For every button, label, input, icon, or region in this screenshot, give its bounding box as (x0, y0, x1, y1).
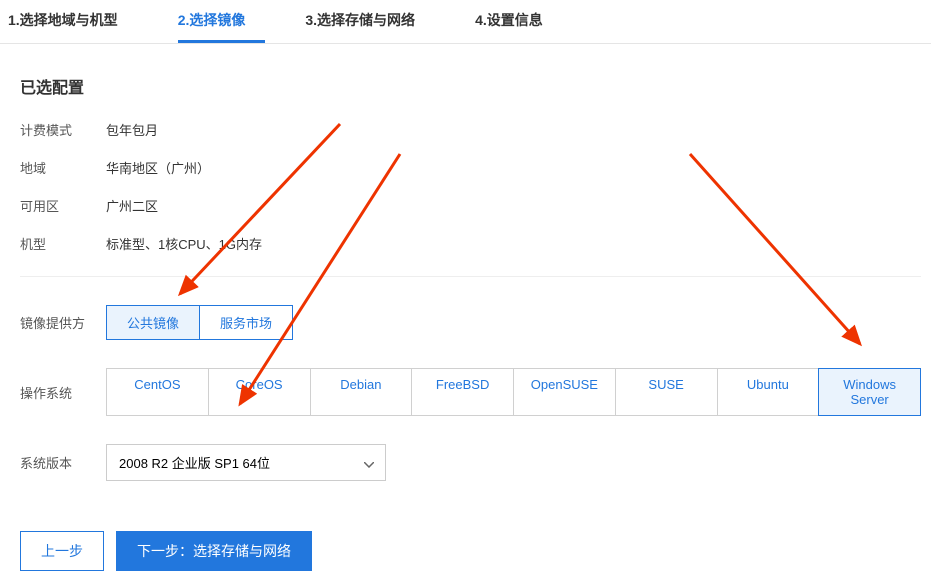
os-tab-freebsd[interactable]: FreeBSD (412, 369, 514, 415)
image-provider-market[interactable]: 服务市场 (199, 305, 293, 340)
tab-step3[interactable]: 3.选择存储与网络 (305, 0, 435, 43)
row-model: 机型 标准型、1核CPU、1G内存 (20, 230, 921, 256)
image-provider-label: 镜像提供方 (20, 313, 106, 332)
prev-button[interactable]: 上一步 (20, 531, 104, 571)
next-button[interactable]: 下一步：选择存储与网络 (116, 531, 312, 571)
row-image-provider: 镜像提供方 公共镜像 服务市场 (20, 305, 921, 340)
content-area: 已选配置 计费模式 包年包月 地域 华南地区（广州） 可用区 广州二区 机型 标… (0, 44, 931, 581)
row-billing: 计费模式 包年包月 (20, 116, 921, 142)
row-region: 地域 华南地区（广州） (20, 154, 921, 180)
os-tab-ubuntu[interactable]: Ubuntu (718, 369, 820, 415)
image-provider-group: 公共镜像 服务市场 (106, 305, 292, 340)
image-provider-public[interactable]: 公共镜像 (106, 305, 200, 340)
region-value: 华南地区（广州） (106, 158, 210, 177)
os-tab-coreos[interactable]: CoreOS (209, 369, 311, 415)
model-label: 机型 (20, 234, 106, 253)
row-os: 操作系统 CentOS CoreOS Debian FreeBSD OpenSU… (20, 368, 921, 416)
tab-step1[interactable]: 1.选择地域与机型 (8, 0, 138, 43)
version-select-wrap: 2008 R2 企业版 SP1 64位 (106, 444, 386, 481)
footer-buttons: 上一步 下一步：选择存储与网络 (20, 531, 921, 571)
model-value: 标准型、1核CPU、1G内存 (106, 234, 262, 253)
billing-label: 计费模式 (20, 120, 106, 139)
section-title: 已选配置 (20, 74, 921, 98)
version-select[interactable]: 2008 R2 企业版 SP1 64位 (106, 444, 386, 481)
os-tabs: CentOS CoreOS Debian FreeBSD OpenSUSE SU… (106, 368, 921, 416)
region-label: 地域 (20, 158, 106, 177)
billing-value: 包年包月 (106, 120, 158, 139)
os-tab-opensuse[interactable]: OpenSUSE (514, 369, 616, 415)
tab-step4[interactable]: 4.设置信息 (475, 0, 563, 43)
version-selected-text: 2008 R2 企业版 SP1 64位 (119, 456, 270, 471)
row-zone: 可用区 广州二区 (20, 192, 921, 218)
zone-value: 广州二区 (106, 196, 158, 215)
os-tab-windows-server[interactable]: Windows Server (818, 368, 921, 416)
os-tab-centos[interactable]: CentOS (107, 369, 209, 415)
row-version: 系统版本 2008 R2 企业版 SP1 64位 (20, 444, 921, 481)
zone-label: 可用区 (20, 196, 106, 215)
tab-step2[interactable]: 2.选择镜像 (178, 0, 266, 43)
version-label: 系统版本 (20, 453, 106, 472)
os-label: 操作系统 (20, 383, 106, 402)
os-tab-suse[interactable]: SUSE (616, 369, 718, 415)
divider (20, 276, 921, 277)
wizard-tabs: 1.选择地域与机型 2.选择镜像 3.选择存储与网络 4.设置信息 (0, 0, 931, 44)
os-tab-debian[interactable]: Debian (311, 369, 413, 415)
